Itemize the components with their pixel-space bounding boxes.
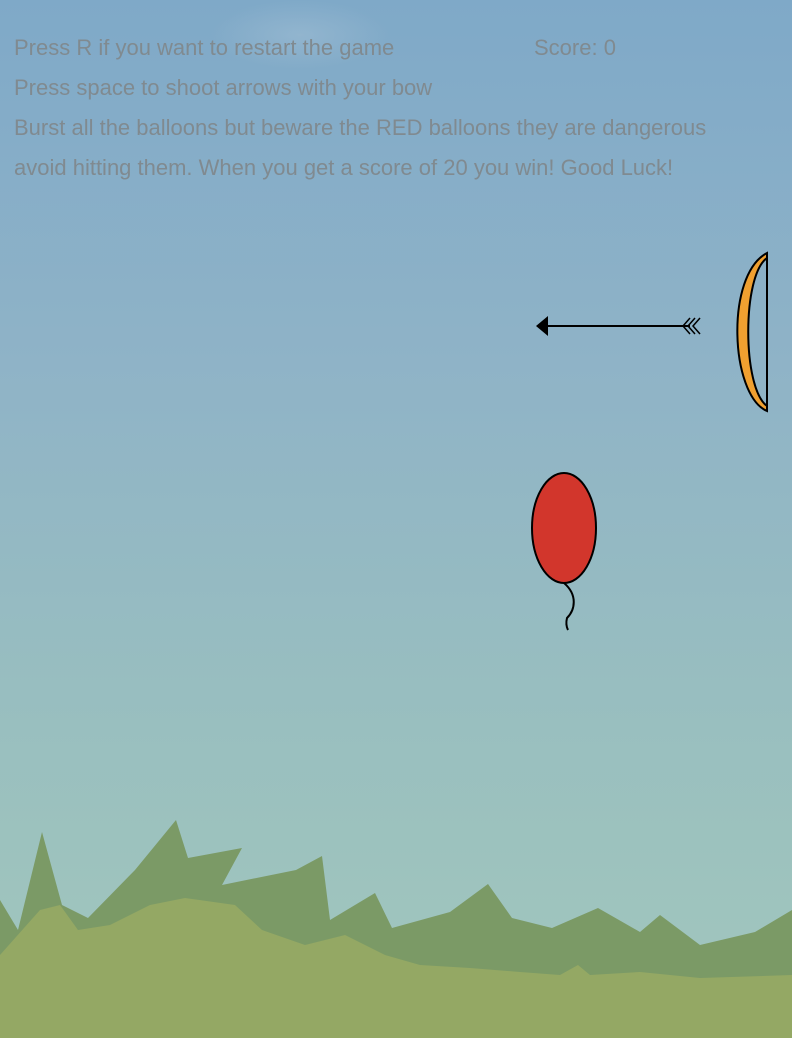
balloon-body <box>531 472 597 584</box>
red-balloon[interactable] <box>531 472 597 631</box>
scene-layer <box>0 251 792 1038</box>
balloon-string <box>563 582 575 631</box>
bow <box>736 251 768 413</box>
game-canvas[interactable]: Press R if you want to restart the game … <box>0 0 792 1038</box>
arrow <box>536 316 701 336</box>
bow-limb <box>736 251 768 413</box>
arrow-head <box>536 316 548 336</box>
grass-ground <box>0 820 792 1038</box>
